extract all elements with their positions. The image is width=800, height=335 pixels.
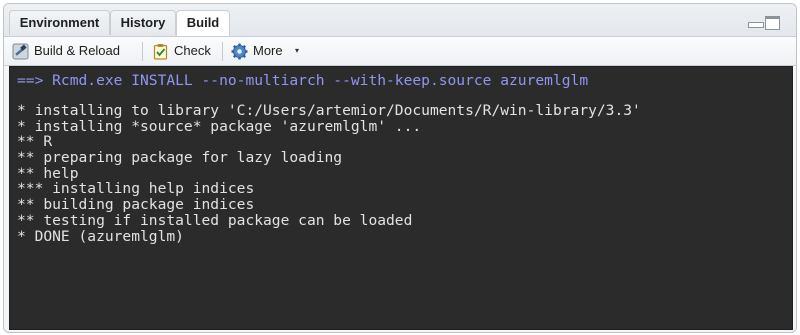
build-output-lines: * installing to library 'C:/Users/artemi… <box>17 103 641 244</box>
minimize-icon[interactable] <box>748 22 764 28</box>
build-pane: Environment History Build Build & Reload… <box>3 3 797 333</box>
chevron-down-icon: ▾ <box>295 46 300 55</box>
toolbar-separator <box>142 42 143 61</box>
console-line: *** installing help indices <box>17 180 255 198</box>
toolbar-separator <box>222 42 223 61</box>
console-line: ** help <box>17 164 79 182</box>
more-label: More <box>253 43 283 58</box>
console-line: ** building package indices <box>17 196 255 214</box>
tab-build[interactable]: Build <box>176 10 230 36</box>
build-reload-label: Build & Reload <box>34 43 120 58</box>
build-hammer-icon <box>12 43 29 60</box>
maximize-icon[interactable] <box>765 16 780 30</box>
check-clipboard-icon <box>153 44 168 60</box>
build-reload-button[interactable]: Build & Reload <box>12 40 136 62</box>
console-line: * DONE (azuremlglm) <box>17 227 184 245</box>
pane-window-controls <box>748 15 782 30</box>
build-command-line: ==> Rcmd.exe INSTALL --no-multiarch --wi… <box>17 72 589 89</box>
check-button[interactable]: Check <box>152 40 216 62</box>
tab-bar: Environment History Build <box>4 4 796 37</box>
more-dropdown-button[interactable]: More ▾ <box>231 40 309 62</box>
console-line: * installing *source* package 'azuremlgl… <box>17 117 422 135</box>
gear-icon <box>231 43 248 60</box>
console-line: ** preparing package for lazy loading <box>17 149 343 167</box>
build-console-output[interactable]: ==> Rcmd.exe INSTALL --no-multiarch --wi… <box>9 66 793 330</box>
console-line: ** testing if installed package can be l… <box>17 211 413 229</box>
build-toolbar: Build & Reload Check More ▾ <box>4 37 796 66</box>
console-line: ** R <box>17 133 53 151</box>
console-line: * installing to library 'C:/Users/artemi… <box>17 102 641 119</box>
check-label: Check <box>174 43 211 58</box>
tab-history[interactable]: History <box>110 10 176 35</box>
tab-environment[interactable]: Environment <box>9 10 110 35</box>
